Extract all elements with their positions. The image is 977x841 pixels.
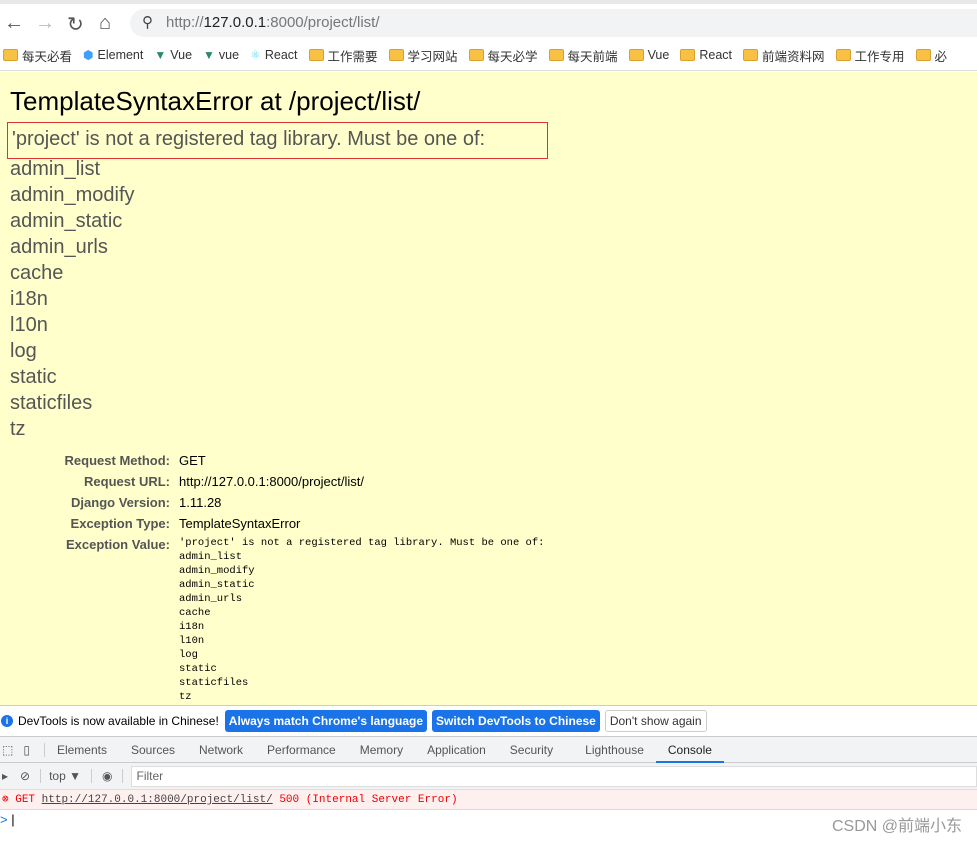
element-icon: ⬢	[83, 48, 94, 62]
meta-label: Request Method:	[64, 453, 170, 468]
bookmark-item[interactable]: 工作专用	[835, 46, 905, 65]
meta-value: 1.11.28	[179, 495, 222, 510]
bookmark-item[interactable]: Vue	[628, 48, 669, 62]
inspect-icon[interactable]: ⬚	[0, 743, 19, 757]
folder-icon	[915, 49, 931, 61]
reload-icon[interactable]: ↻	[67, 12, 84, 37]
library-item: admin_list	[10, 158, 101, 180]
meta-label: Exception Value:	[65, 537, 170, 552]
console-prompt[interactable]: > |	[0, 812, 15, 827]
meta-row: Django Version: 1.11.28	[0, 492, 364, 513]
bookmark-item[interactable]: 前端资料网	[743, 46, 825, 65]
console-toolbar: ▸ ⊘ top ▼ ◉ Filter	[0, 763, 977, 790]
library-item: static	[10, 366, 57, 388]
library-item: cache	[10, 262, 64, 284]
bookmark-item[interactable]: 每天前端	[548, 46, 618, 65]
library-item: admin_static	[10, 210, 123, 232]
match-language-button[interactable]: Always match Chrome's language	[224, 710, 428, 732]
meta-value: GET	[179, 453, 206, 468]
meta-row: Request Method: GET	[0, 450, 364, 471]
exception-value: 'project' is not a registered tag librar…	[179, 537, 545, 703]
dont-show-again-button[interactable]: Don't show again	[604, 710, 707, 732]
bookmark-item[interactable]: 每天必学	[468, 46, 538, 65]
folder-icon	[628, 49, 644, 61]
meta-value: http://127.0.0.1:8000/project/list/	[179, 474, 365, 489]
meta-label: Exception Type:	[70, 516, 170, 531]
bookmark-item[interactable]: 工作需要	[308, 46, 378, 65]
bookmarks-bar: 每天必看 ⬢ Element ▼ Vue ▼ vue ⚛ React 工作需要 学习网站 每天必学 每天…	[0, 40, 977, 71]
bookmark-item[interactable]: ⚛ React	[250, 48, 297, 62]
folder-icon	[680, 49, 696, 61]
meta-label: Django Version:	[71, 495, 170, 510]
info-icon: i	[1, 715, 13, 727]
bookmark-item[interactable]: React	[680, 48, 732, 62]
device-toggle-icon[interactable]: ▯	[19, 742, 45, 757]
watermark: CSDN @前端小东	[831, 818, 962, 835]
tab-elements[interactable]: Elements	[45, 737, 119, 763]
page-title: TemplateSyntaxError at /project/list/	[10, 86, 421, 116]
tab-lighthouse[interactable]: Lighthouse	[573, 737, 656, 763]
library-item: admin_urls	[10, 236, 108, 258]
bookmark-item[interactable]: ⬢ Element	[83, 48, 143, 62]
meta-row: Exception Type: TemplateSyntaxError	[0, 513, 364, 534]
tab-memory[interactable]: Memory	[348, 737, 415, 763]
folder-icon	[388, 49, 404, 61]
bookmark-item[interactable]: ▼ vue	[203, 48, 239, 62]
filter-input[interactable]: Filter	[131, 765, 977, 787]
devtools-language-infobar: i DevTools is now available in Chinese! …	[0, 705, 977, 736]
meta-value: TemplateSyntaxError	[179, 516, 301, 531]
vue-icon: ▼	[203, 48, 215, 62]
tab-sources[interactable]: Sources	[119, 737, 187, 763]
folder-icon	[3, 49, 18, 61]
eye-icon[interactable]: ◉	[92, 769, 124, 783]
folder-icon	[468, 49, 484, 61]
sidebar-toggle-icon[interactable]: ▸	[0, 769, 16, 783]
folder-icon	[548, 49, 564, 61]
home-icon[interactable]: ⌂	[99, 12, 111, 35]
bookmark-item[interactable]: 每天必看	[3, 46, 72, 65]
error-url-link[interactable]: http://127.0.0.1:8000/project/list/	[42, 794, 273, 806]
error-summary: 'project' is not a registered tag librar…	[7, 122, 548, 159]
devtools-tabs: ⬚ ▯ Elements Sources Network Performance Mem…	[0, 736, 977, 763]
tab-performance[interactable]: Performance	[255, 737, 348, 763]
tab-security[interactable]: Security	[498, 737, 565, 763]
react-icon: ⚛	[250, 48, 261, 62]
bookmark-item[interactable]: 学习网站	[388, 46, 458, 65]
tab-console[interactable]: Console	[655, 737, 724, 763]
vue-icon: ▼	[154, 48, 167, 62]
library-item: log	[10, 340, 37, 362]
clear-console-icon[interactable]: ⊘	[16, 769, 42, 783]
bookmark-item[interactable]: ▼ Vue	[154, 48, 192, 62]
library-item: admin_modify	[10, 184, 135, 206]
library-item: l10n	[10, 314, 48, 336]
library-item: staticfiles	[10, 392, 93, 414]
error-icon: ⊗	[2, 794, 9, 806]
folder-icon	[835, 49, 851, 61]
console-error-row: ⊗ GET http://127.0.0.1:8000/project/list…	[0, 790, 977, 810]
forward-icon[interactable]: →	[35, 12, 55, 35]
library-item: i18n	[10, 288, 48, 310]
bookmark-item[interactable]: 必	[915, 46, 947, 65]
meta-row: Request URL: http://127.0.0.1:8000/projec…	[0, 471, 364, 492]
meta-label: Request URL:	[84, 474, 170, 489]
tab-application[interactable]: Application	[415, 737, 498, 763]
tab-network[interactable]: Network	[187, 737, 255, 763]
back-icon[interactable]: ←	[4, 12, 24, 35]
library-item: tz	[10, 418, 26, 440]
folder-icon	[308, 49, 324, 61]
library-list: admin_list admin_modify admin_static admin_…	[10, 156, 135, 442]
django-error-page: TemplateSyntaxError at /project/list/ 'p…	[0, 72, 977, 705]
browser-toolbar: ← → ↻ ⌂ ⚲ http://127.0.0.1:8000/project/…	[0, 0, 977, 40]
switch-chinese-button[interactable]: Switch DevTools to Chinese	[432, 710, 600, 732]
folder-icon	[743, 49, 758, 61]
address-bar[interactable]: ⚲ http://127.0.0.1:8000/project/list/	[130, 9, 977, 37]
search-icon: ⚲	[142, 14, 153, 31]
context-select[interactable]: top ▼	[41, 769, 92, 783]
meta-value	[170, 534, 179, 555]
